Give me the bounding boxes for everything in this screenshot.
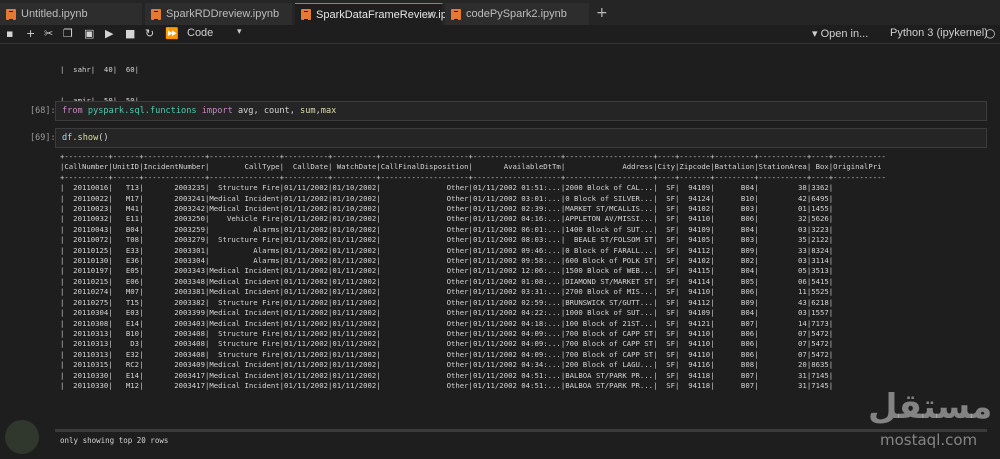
new-tab-plus-icon[interactable]: +	[596, 5, 608, 21]
fast-forward-icon[interactable]: ⏩	[165, 27, 179, 41]
code-token: import	[201, 106, 233, 116]
stop-icon[interactable]: ■	[125, 27, 135, 41]
table-row: | 20110313| D3| 2003408| Structure Fire|…	[60, 339, 834, 349]
copy-icon[interactable]: ❐	[63, 27, 73, 41]
notebook-icon	[151, 8, 161, 20]
notebook-icon	[301, 9, 311, 20]
tab-label: codePySpark2.ipynb	[466, 8, 567, 20]
code-token: max	[320, 106, 337, 116]
table-row: | 20110275| T15| 2003382| Structure Fire…	[60, 297, 834, 307]
tab-label: SparkDataFrameReview.ipynl	[316, 8, 461, 21]
notebook-toolbar: ▪ + ✂ ❐ ▣ ▶ ■ ↻ ⏩ Code ▾ ▾ Open in... Py…	[0, 25, 1000, 44]
code-token: pyspark.sql.functions	[87, 106, 197, 116]
tab-untitled[interactable]: Untitled.ipynb	[0, 3, 143, 25]
table-row: | 20110215| E06| 2003348|Medical Inciden…	[60, 276, 834, 286]
table-header-row: |CallNumber|UnitID|IncidentNumber| CallT…	[60, 162, 882, 172]
table-row: | 20110072| T08| 2003279| Structure Fire…	[60, 235, 834, 245]
restart-icon[interactable]: ↻	[145, 27, 154, 41]
cut-icon[interactable]: ✂	[44, 27, 53, 41]
cell-type-select[interactable]: Code ▾	[187, 27, 242, 39]
table-row: | 20110315| RC2| 2003409|Medical Inciden…	[60, 360, 834, 370]
code-token: avg, count,	[232, 106, 301, 116]
output-line: | sahr| 40| 60|	[60, 64, 140, 74]
table-row: | 20110313| B10| 2003408| Structure Fire…	[60, 328, 834, 338]
table-row: | 20110023| M41| 2003242|Medical Inciden…	[60, 204, 834, 214]
notebook-icon	[6, 8, 16, 20]
table-border-line: +----------+------+--------------+------…	[60, 172, 886, 182]
dataframe-output: +----------+------+--------------+------…	[60, 152, 987, 424]
table-row: | 20110304| E03| 2003399|Medical Inciden…	[60, 308, 834, 318]
tab-label: Untitled.ipynb	[21, 8, 88, 20]
table-row: | 20110197| E05| 2003343|Medical Inciden…	[60, 266, 834, 276]
table-row: | 20110330| M12| 2003417|Medical Inciden…	[60, 380, 834, 390]
table-row: | 20110308| E14| 2003403|Medical Inciden…	[60, 318, 834, 328]
tab-codepyspark2[interactable]: codePySpark2.ipynb	[445, 3, 590, 25]
horizontal-scrollbar[interactable]	[55, 429, 987, 432]
table-row: | 20110016| T13| 2003235| Structure Fire…	[60, 183, 834, 193]
run-icon[interactable]: ▶	[105, 27, 113, 41]
table-row: | 20110130| E36| 2003304| Alarms|01/11/2…	[60, 256, 834, 266]
code-token: df	[62, 133, 73, 143]
table-row: | 20110274| M07| 2003381|Medical Inciden…	[60, 287, 834, 297]
table-row: | 20110125| E33| 2003301| Alarms|01/11/2…	[60, 245, 834, 255]
cell-prompt: [69]:	[30, 133, 56, 143]
watermark-latin: mostaql.com	[880, 431, 978, 449]
code-token: ()	[98, 133, 109, 143]
output-footer: only showing top 20 rows	[60, 436, 169, 445]
kernel-status-icon: ○	[985, 26, 996, 40]
tab-bar: Untitled.ipynb SparkRDDreview.ipynb Spar…	[0, 0, 1000, 26]
table-row: | 20110330| E14| 2003417|Medical Inciden…	[60, 370, 834, 380]
tab-label: SparkRDDreview.ipynb	[166, 8, 280, 20]
table-row: | 20110032| E11| 2003250| Vehicle Fire|0…	[60, 214, 834, 224]
save-icon[interactable]: ▪	[6, 27, 13, 41]
code-token: show	[77, 133, 99, 143]
table-row: | 20110313| E32| 2003408| Structure Fire…	[60, 349, 834, 359]
cell-type-value: Code	[187, 27, 214, 39]
open-in-label: Open in...	[820, 28, 869, 40]
tab-sparkdataframereview[interactable]: SparkDataFrameReview.ipynl ✕	[295, 3, 461, 25]
table-row: | 20110022| M17| 2003241|Medical Inciden…	[60, 193, 834, 203]
add-cell-icon[interactable]: +	[26, 27, 35, 41]
cell-prompt: [68]:	[30, 106, 56, 116]
notebook-icon	[451, 8, 461, 20]
chevron-down-icon: ▾	[237, 27, 242, 37]
open-in-button[interactable]: ▾ Open in...	[812, 27, 868, 40]
watermark-arabic: مستقل	[868, 387, 993, 427]
table-border-line: +----------+------+--------------+------…	[60, 152, 886, 161]
code-token: sum	[300, 106, 316, 116]
close-icon[interactable]: ✕	[426, 8, 436, 22]
kernel-name[interactable]: Python 3 (ipykernel)	[890, 27, 988, 39]
paste-icon[interactable]: ▣	[84, 27, 94, 41]
notebook-content: | sahr| 40| 60| | amir| 50| 50| +------+…	[0, 44, 1000, 459]
code-line[interactable]: from pyspark.sql.functions import avg, c…	[62, 106, 336, 116]
code-cell-show[interactable]: df.show()	[55, 128, 987, 148]
watermark-logo	[5, 420, 39, 454]
code-line[interactable]: df.show()	[62, 133, 109, 143]
code-cell-imports[interactable]: from pyspark.sql.functions import avg, c…	[55, 101, 987, 121]
code-token: from	[62, 106, 83, 116]
tab-sparkrddreview[interactable]: SparkRDDreview.ipynb	[145, 3, 293, 25]
table-row: | 20110043| B04| 2003259| Alarms|01/11/2…	[60, 224, 834, 234]
